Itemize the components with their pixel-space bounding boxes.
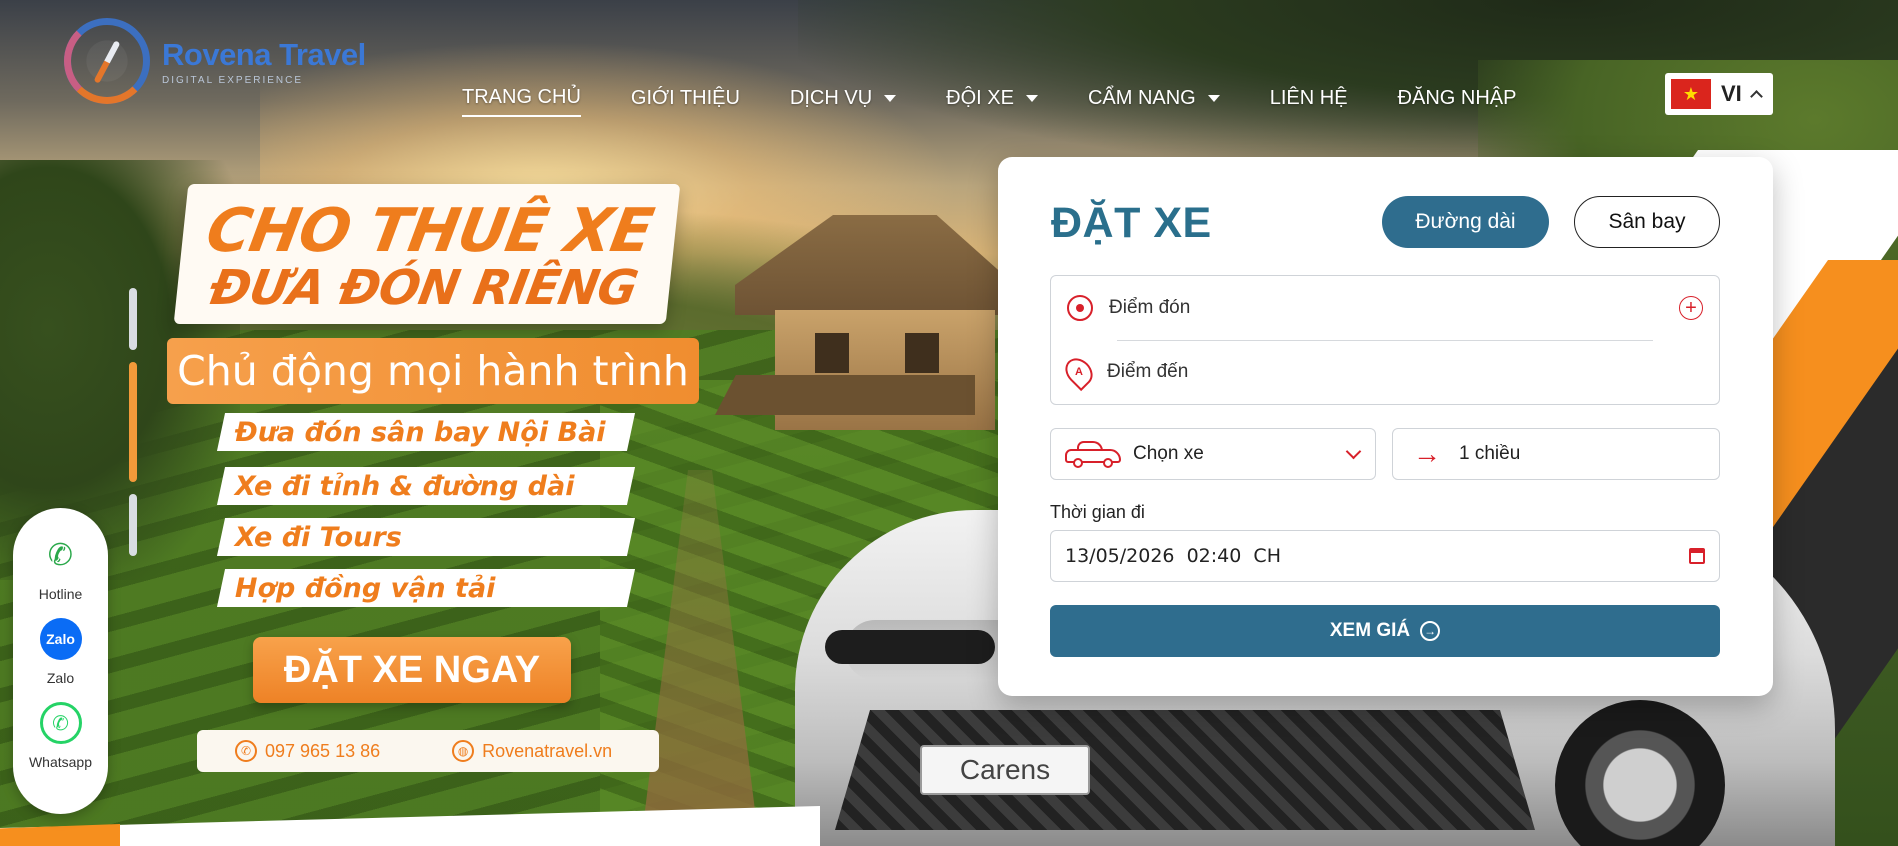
add-stop-icon[interactable]: + (1679, 296, 1703, 320)
globe-icon: ◍ (452, 740, 475, 762)
pickup-pin-icon (1067, 295, 1093, 321)
slider-dot[interactable] (129, 288, 137, 350)
slider-indicators (129, 288, 137, 568)
phone-icon: ✆ (235, 740, 257, 762)
promo-phone[interactable]: ✆ 097 965 13 86 (235, 740, 380, 762)
promo-subtitle: Chủ động mọi hành trình (167, 338, 699, 404)
slider-dot[interactable] (129, 494, 137, 556)
promo-title: CHO THUÊ XE ĐƯA ĐÓN RIÊNG (173, 184, 681, 324)
floating-contact-bar: ✆ Hotline Zalo Zalo ✆ Whatsapp (13, 508, 108, 814)
arrow-right-icon: → (1413, 438, 1441, 469)
promo-service-item: Xe đi Tours (216, 518, 636, 556)
dropoff-field[interactable]: A Điểm đến (1059, 340, 1703, 404)
main-nav: TRANG CHỦ GIỚI THIỆU DỊCH VỤ ĐỘI XE CẨM … (462, 86, 1516, 117)
caret-down-icon (884, 95, 897, 102)
tab-long-distance[interactable]: Đường dài (1382, 196, 1549, 248)
route-inputs: Điểm đón + A Điểm đến (1050, 275, 1720, 405)
site-logo[interactable]: Rovena Travel DIGITAL EXPERIENCE (64, 18, 366, 104)
booking-title: ĐẶT XE (1051, 199, 1212, 247)
map-pin-icon: A (1059, 352, 1099, 392)
language-code: VI (1721, 81, 1742, 106)
chevron-down-icon (1345, 443, 1362, 459)
brand-name: Rovena Travel (162, 36, 366, 72)
nav-fleet[interactable]: ĐỘI XE (946, 86, 1038, 117)
whatsapp-button[interactable]: ✆ Whatsapp (13, 702, 108, 770)
language-switcher[interactable]: ★ VI (1665, 73, 1773, 115)
slider-dot-active[interactable] (129, 362, 137, 482)
caret-down-icon (1025, 95, 1038, 102)
arrow-circle-right-icon: → (1420, 621, 1441, 641)
book-now-button[interactable]: ĐẶT XE NGAY (253, 637, 571, 703)
zalo-icon: Zalo (39, 618, 82, 660)
promo-website[interactable]: ◍ Rovenatravel.vn (452, 740, 612, 762)
compass-logo-icon (64, 18, 150, 104)
departure-time-input[interactable]: 13/05/2026 02:40 CH (1050, 530, 1720, 582)
brand-tagline: DIGITAL EXPERIENCE (162, 74, 304, 86)
hotline-button[interactable]: ✆ Hotline (13, 534, 108, 603)
car-select[interactable]: Chọn xe (1050, 428, 1376, 480)
departure-time-label: Thời gian đi (1050, 502, 1145, 522)
vietnam-flag-icon: ★ (1671, 79, 1711, 109)
caret-down-icon (1207, 95, 1220, 102)
promo-service-item: Đưa đón sân bay Nội Bài (216, 413, 636, 451)
license-plate: Carens (920, 745, 1090, 795)
chevron-up-icon (1749, 90, 1763, 103)
car-icon (1065, 441, 1121, 468)
nav-login[interactable]: ĐĂNG NHẬP (1398, 86, 1517, 117)
phone-icon: ✆ (47, 538, 74, 572)
zalo-button[interactable]: Zalo Zalo (13, 618, 108, 686)
nav-home[interactable]: TRANG CHỦ (462, 86, 581, 117)
wooden-house (715, 215, 1015, 430)
promo-service-item: Xe đi tỉnh & đường dài (216, 467, 636, 505)
trip-type-select[interactable]: → 1 chiều (1392, 428, 1720, 480)
view-price-button[interactable]: XEM GIÁ → (1050, 605, 1720, 657)
calendar-icon[interactable] (1689, 548, 1705, 564)
nav-guide[interactable]: CẨM NANG (1088, 86, 1220, 117)
promo-service-item: Hợp đồng vận tải (216, 569, 636, 607)
whatsapp-icon: ✆ (39, 702, 82, 744)
promo-contact-bar: ✆ 097 965 13 86 ◍ Rovenatravel.vn (197, 730, 659, 772)
booking-card: ĐẶT XE Đường dài Sân bay Điểm đón + A Đi… (998, 157, 1773, 696)
nav-services[interactable]: DỊCH VỤ (790, 86, 897, 117)
nav-contact[interactable]: LIÊN HỆ (1270, 86, 1348, 117)
nav-about[interactable]: GIỚI THIỆU (631, 86, 740, 117)
pickup-field[interactable]: Điểm đón + (1067, 276, 1703, 340)
tab-airport[interactable]: Sân bay (1574, 196, 1720, 248)
